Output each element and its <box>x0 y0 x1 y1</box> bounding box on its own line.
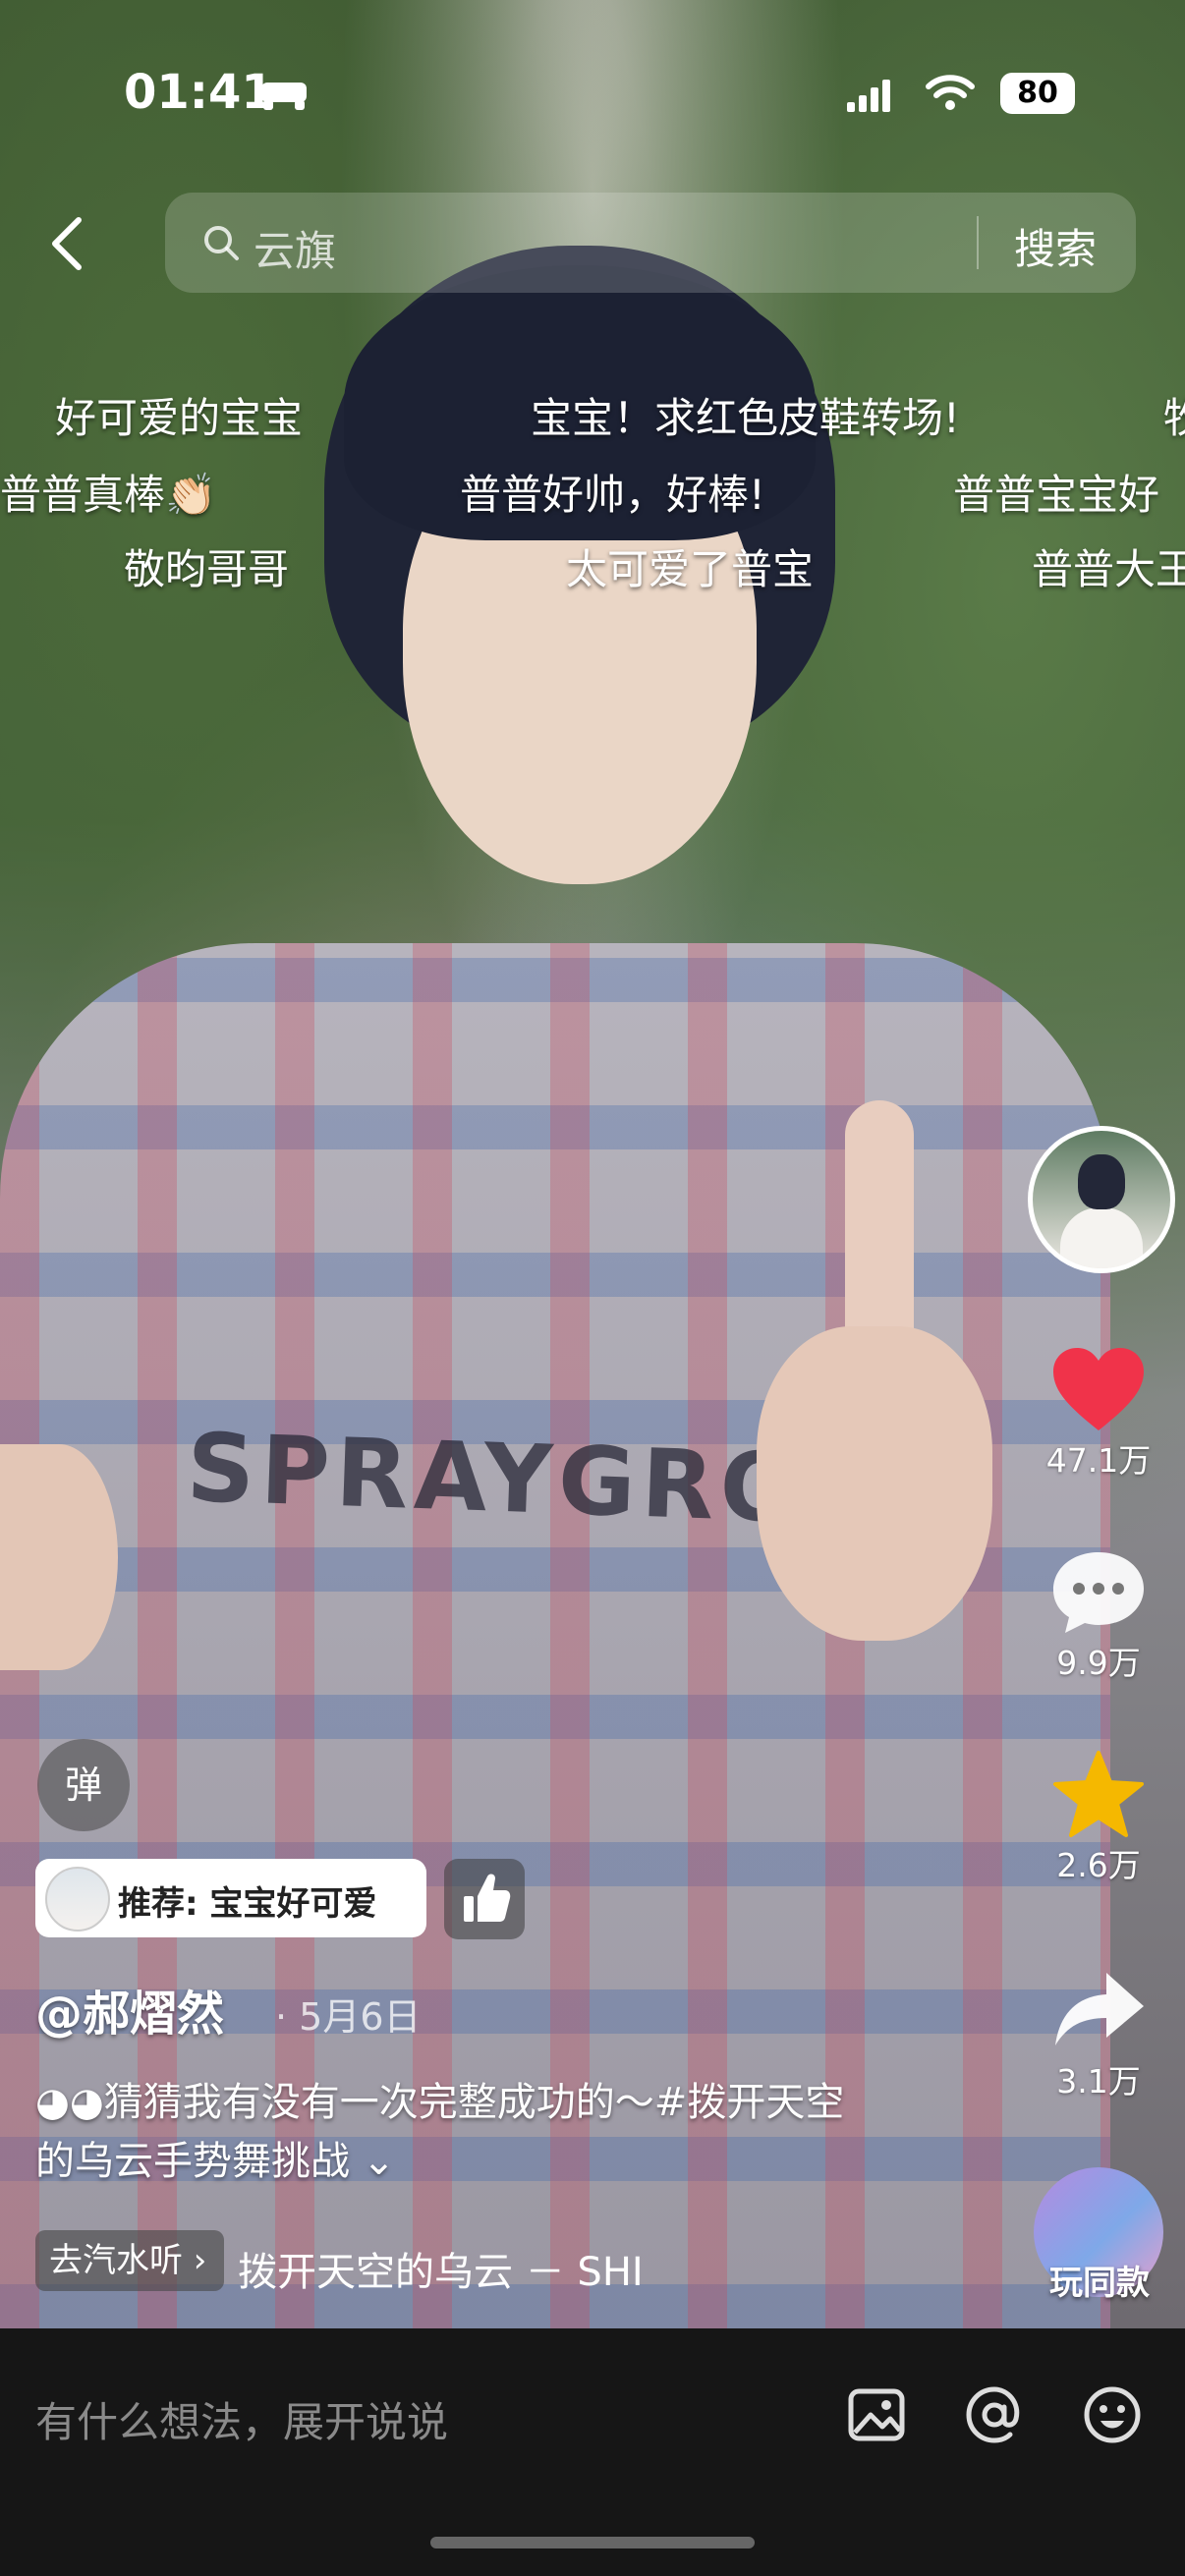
danmaku-item: 普普真棒👏🏻 <box>0 471 217 519</box>
search-bar[interactable]: 云旗 搜索 <box>165 193 1136 293</box>
status-time: 01:41 <box>124 65 274 120</box>
video-player-screen: SPRAYGROE 01:41 80 云旗 搜索 好可爱的宝宝 宝宝！求红色皮鞋… <box>0 0 1185 2576</box>
search-button[interactable]: 搜索 <box>1014 216 1097 276</box>
wifi-icon <box>926 75 975 110</box>
at-mention-icon[interactable] <box>963 2383 1026 2446</box>
image-icon[interactable] <box>845 2383 908 2446</box>
video-hand-left <box>0 1444 118 1670</box>
heart-icon <box>1053 1348 1144 1430</box>
thumb-up-icon <box>464 1874 511 1922</box>
post-caption[interactable]: ◕◕猜猜我有没有一次完整成功的～#拨开天空 的乌云手势舞挑战 ⌄ <box>35 2073 920 2191</box>
danmaku-item: 牧 <box>1163 394 1185 442</box>
status-bar: 01:41 80 <box>0 0 1185 177</box>
author-name[interactable]: @郝熠然 <box>35 1975 224 2044</box>
danmaku-item: 好可爱的宝宝 <box>55 394 304 442</box>
back-arrow-icon[interactable] <box>43 214 92 273</box>
music-app-tag[interactable]: 去汽水听 › <box>35 2230 224 2291</box>
search-input[interactable]: 云旗 <box>254 218 336 278</box>
favorite-count: 2.6万 <box>1056 1846 1141 1884</box>
post-date: · 5月6日 <box>275 1995 422 2039</box>
emoji-icon[interactable] <box>1081 2383 1144 2446</box>
music-name[interactable]: 拨开天空的乌云 － SHI <box>238 2240 644 2297</box>
danmaku-item: 太可爱了普宝 <box>566 545 815 593</box>
recommend-avatar <box>45 1867 110 1932</box>
car-icon <box>261 83 307 110</box>
recommend-text: 推荐: 宝宝好可爱 <box>118 1884 377 1924</box>
share-button[interactable]: 3.1万 <box>1020 1965 1177 2102</box>
video-hand <box>757 1326 992 1641</box>
like-count: 47.1万 <box>1045 1441 1152 1480</box>
like-button[interactable]: 47.1万 <box>1020 1344 1177 1482</box>
star-icon <box>1053 1751 1144 1837</box>
home-indicator <box>430 2537 755 2548</box>
avatar-body <box>1060 1207 1143 1268</box>
comment-input[interactable]: 有什么想法，展开说说 <box>35 2389 448 2449</box>
comment-bar: 有什么想法，展开说说 <box>0 2328 1185 2576</box>
search-icon <box>204 226 239 260</box>
danmaku-item: 宝宝！求红色皮鞋转场! <box>531 394 960 442</box>
comment-count: 9.9万 <box>1056 1644 1141 1682</box>
caption-line-1: ◕◕猜猜我有没有一次完整成功的～#拨开天空 <box>35 2080 845 2125</box>
share-arrow-icon <box>1055 1973 1144 2045</box>
signal-icon <box>847 80 890 112</box>
danmaku-item: 普普好帅，好棒! <box>460 471 765 519</box>
comment-bubble-icon <box>1053 1552 1144 1633</box>
same-style-label[interactable]: 玩同款 <box>1026 2256 1173 2304</box>
danmaku-item: 普普大王 <box>1032 545 1185 593</box>
author-avatar[interactable] <box>1028 1126 1175 1273</box>
danmaku-item: 普普宝宝好 <box>953 471 1160 519</box>
danmaku-toggle-button[interactable]: 弹 <box>37 1739 130 1831</box>
recommend-chip[interactable]: 推荐: 宝宝好可爱 <box>35 1859 426 1937</box>
favorite-button[interactable]: 2.6万 <box>1020 1749 1177 1886</box>
caption-line-2: 的乌云手势舞挑战 ⌄ <box>35 2139 396 2184</box>
share-count: 3.1万 <box>1056 2062 1141 2100</box>
battery-indicator: 80 <box>1000 73 1075 114</box>
danmaku-item: 敬昀哥哥 <box>124 545 290 593</box>
thumb-up-button[interactable] <box>444 1859 525 1939</box>
search-divider <box>977 216 979 269</box>
comment-button[interactable]: 9.9万 <box>1020 1546 1177 1684</box>
avatar-head <box>1078 1154 1125 1209</box>
